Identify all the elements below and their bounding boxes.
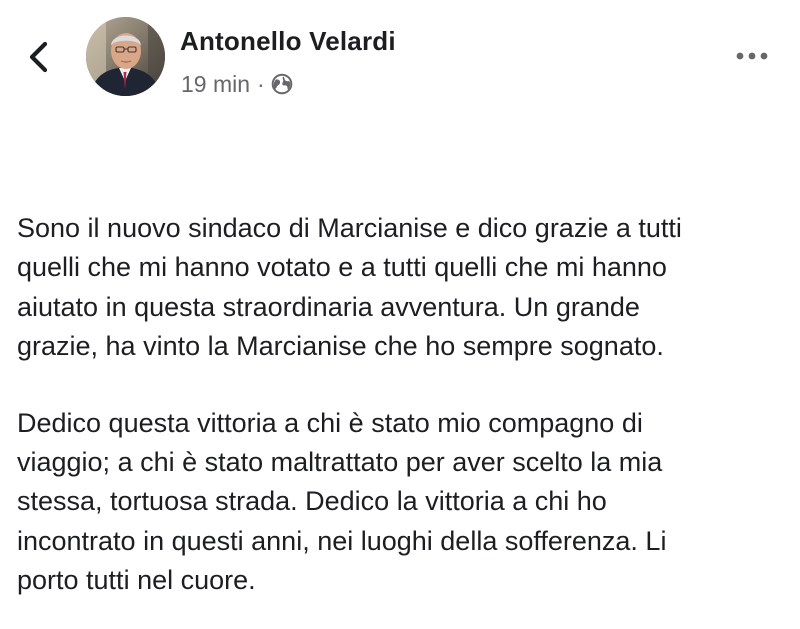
post-text-line: viaggio; a chi è stato maltrattato per a… — [17, 447, 663, 478]
profile-photo — [86, 17, 165, 96]
post-meta: 19 min · — [181, 70, 293, 98]
post-text-line: grazie, ha vinto la Marcianise che ho se… — [17, 331, 664, 362]
post-text-line: quelli che mi hanno votato e a tutti que… — [17, 252, 667, 283]
author-name[interactable]: Antonello Velardi — [180, 26, 396, 57]
post-text: Sono il nuovo sindaco di Marcianise e di… — [17, 209, 787, 601]
chevron-left-icon — [29, 41, 48, 73]
post-text-line: Sono il nuovo sindaco di Marcianise e di… — [17, 213, 682, 243]
post-timestamp[interactable]: 19 min — [181, 71, 250, 98]
post-text-line: stessa, tortuosa strada. Dedico la vitto… — [17, 486, 607, 517]
meta-separator: · — [257, 70, 265, 97]
more-options-button[interactable] — [734, 48, 770, 64]
back-button[interactable] — [22, 40, 56, 74]
post-text-line: Dedico questa vittoria a chi è stato mio… — [17, 407, 643, 438]
post-text-line: incontrato in questi anni, nei luoghi de… — [17, 525, 667, 556]
globe-icon[interactable] — [271, 73, 293, 95]
post-text-line: porto tutti nel cuore. — [17, 565, 256, 596]
avatar[interactable] — [86, 17, 165, 96]
more-dots-icon — [736, 52, 768, 60]
post-text-line: aiutato in questa straordinaria avventur… — [17, 291, 640, 322]
